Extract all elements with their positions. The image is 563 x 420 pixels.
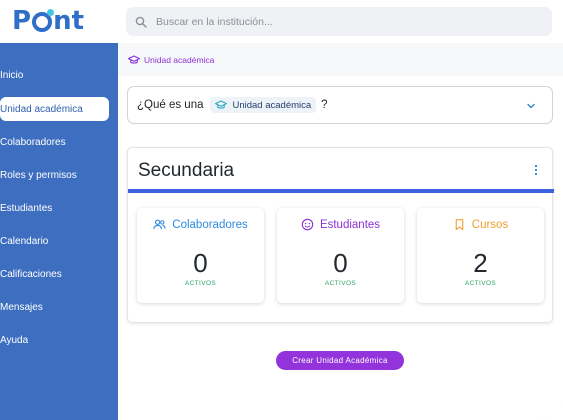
stat-sub: ACTIVOS xyxy=(324,280,357,287)
stat-card-estudiantes[interactable]: Estudiantes 0 ACTIVOS xyxy=(277,208,404,303)
sidebar-item-label: Estudiantes xyxy=(0,202,53,214)
stat-label: Colaboradores xyxy=(172,218,248,231)
sidebar-item-label: Inicio xyxy=(0,69,24,81)
unit-title: Secundaria xyxy=(138,160,235,181)
logo-prefix: P xyxy=(12,6,32,36)
top-header: P nt xyxy=(0,0,563,43)
faq-pill: Unidad académica xyxy=(210,97,317,113)
faq-suffix: ? xyxy=(321,99,328,111)
stat-value: 0 xyxy=(193,248,208,278)
unit-card: Secundaria Colaboradores 0 ACTIVOS Estud… xyxy=(127,147,554,323)
sidebar-item-label: Roles y permisos xyxy=(0,169,77,181)
search-bar[interactable] xyxy=(126,7,552,36)
pont-logo[interactable]: P nt xyxy=(12,6,84,36)
graduation-cap-icon xyxy=(128,55,140,64)
sidebar-item-label: Colaboradores xyxy=(0,136,66,148)
search-input[interactable] xyxy=(156,15,536,28)
sidebar-item-label: Calificaciones xyxy=(0,268,62,280)
stat-value: 0 xyxy=(333,248,348,278)
stat-label: Estudiantes xyxy=(319,218,381,231)
users-icon xyxy=(153,219,166,230)
faq-pill-label: Unidad académica xyxy=(232,99,312,111)
sidebar-item-roles-permisos[interactable]: Roles y permisos xyxy=(0,163,109,187)
more-options-icon[interactable] xyxy=(534,164,538,176)
sidebar-item-mensajes[interactable]: Mensajes xyxy=(0,295,109,319)
sidebar-item-inicio[interactable]: Inicio xyxy=(0,63,109,87)
sidebar: Inicio Unidad académica Colaboradores Ro… xyxy=(0,43,118,420)
breadcrumb[interactable]: Unidad académica xyxy=(128,53,214,67)
breadcrumb-label: Unidad académica xyxy=(144,55,215,65)
sidebar-item-unidad-academica[interactable]: Unidad académica xyxy=(0,97,109,121)
graduation-cap-icon xyxy=(215,100,228,109)
sidebar-item-calendario[interactable]: Calendario xyxy=(0,229,109,253)
stat-label: Cursos xyxy=(471,218,509,231)
bookmark-icon xyxy=(455,219,464,231)
sidebar-item-label: Mensajes xyxy=(0,301,43,313)
card-accent-bar xyxy=(128,189,554,193)
sidebar-item-estudiantes[interactable]: Estudiantes xyxy=(0,196,109,220)
create-unit-button[interactable]: Crear Unidad Académica xyxy=(276,351,404,370)
smile-icon xyxy=(301,218,314,231)
stat-card-colaboradores[interactable]: Colaboradores 0 ACTIVOS xyxy=(137,208,264,303)
sidebar-item-calificaciones[interactable]: Calificaciones xyxy=(0,262,109,286)
stat-sub: ACTIVOS xyxy=(184,280,217,287)
main-content: Unidad académica ¿Qué es una Unidad acad… xyxy=(118,43,563,420)
search-icon xyxy=(135,16,147,28)
stat-card-cursos[interactable]: Cursos 2 ACTIVOS xyxy=(417,208,544,303)
sidebar-item-colaboradores[interactable]: Colaboradores xyxy=(0,130,109,154)
sidebar-item-label: Ayuda xyxy=(0,334,29,346)
faq-prefix: ¿Qué es una xyxy=(137,99,204,111)
sidebar-item-label: Unidad académica xyxy=(0,103,83,115)
chevron-down-icon[interactable] xyxy=(526,101,536,111)
stat-sub: ACTIVOS xyxy=(464,280,497,287)
logo-o-mark xyxy=(32,8,55,32)
stat-value: 2 xyxy=(473,248,488,278)
sidebar-item-label: Calendario xyxy=(0,235,49,247)
logo-suffix: nt xyxy=(53,6,85,36)
app-window: P nt Inicio Unidad académica Colaborador… xyxy=(0,0,563,420)
sidebar-item-ayuda[interactable]: Ayuda xyxy=(0,328,109,352)
faq-accordion[interactable]: ¿Qué es una Unidad académica ? xyxy=(127,86,553,124)
logo-dot xyxy=(47,8,55,16)
